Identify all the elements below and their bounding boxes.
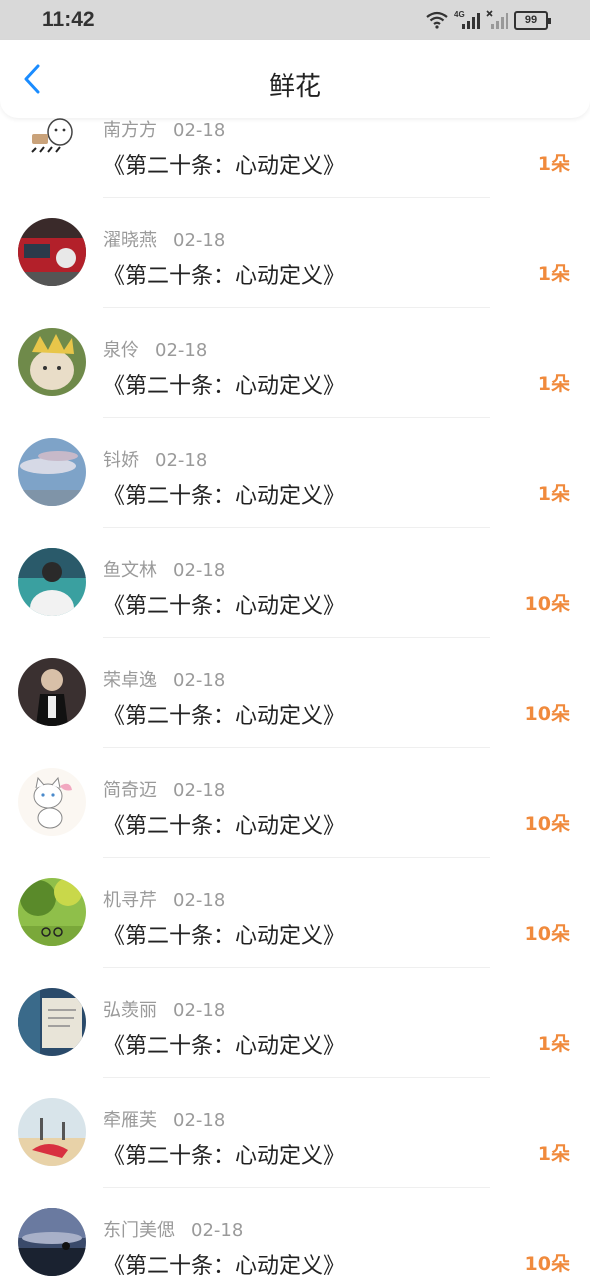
work-title: 《第二十条：心动定义》 bbox=[103, 484, 346, 509]
gift-date: 02-18 bbox=[155, 340, 208, 361]
list-item[interactable]: 简奇迈 02-18 《第二十条：心动定义》 10朵 bbox=[0, 748, 590, 858]
gift-date: 02-18 bbox=[173, 230, 226, 251]
sender-name: 南方方 bbox=[103, 120, 157, 141]
status-time: 11:42 bbox=[42, 8, 95, 31]
work-title: 《第二十条：心动定义》 bbox=[103, 154, 346, 179]
avatar[interactable] bbox=[18, 658, 86, 726]
sender-meta: 牵雁芙 02-18 bbox=[103, 1106, 225, 1132]
sender-meta: 鱼文林 02-18 bbox=[103, 556, 225, 582]
avatar[interactable] bbox=[18, 1098, 86, 1166]
list-item[interactable]: 鱼文林 02-18 《第二十条：心动定义》 10朵 bbox=[0, 528, 590, 638]
sender-meta: 濯晓燕 02-18 bbox=[103, 226, 225, 252]
sender-name: 钭娇 bbox=[103, 450, 139, 471]
sender-meta: 东门美偲 02-18 bbox=[103, 1216, 243, 1242]
sender-name: 东门美偲 bbox=[103, 1220, 175, 1241]
sender-name: 泉伶 bbox=[103, 340, 139, 361]
status-icons: 4G 99 bbox=[426, 9, 551, 31]
work-title: 《第二十条：心动定义》 bbox=[103, 264, 346, 289]
avatar[interactable] bbox=[18, 988, 86, 1056]
flower-amount: 10朵 bbox=[524, 923, 570, 945]
gift-date: 02-18 bbox=[173, 120, 226, 141]
flower-amount: 1朵 bbox=[537, 153, 570, 175]
sender-meta: 简奇迈 02-18 bbox=[103, 776, 225, 802]
work-title: 《第二十条：心动定义》 bbox=[103, 814, 346, 839]
avatar[interactable] bbox=[18, 878, 86, 946]
sender-name: 牵雁芙 bbox=[103, 1110, 157, 1131]
gift-date: 02-18 bbox=[173, 560, 226, 581]
sender-meta: 钭娇 02-18 bbox=[103, 446, 207, 472]
work-title: 《第二十条：心动定义》 bbox=[103, 374, 346, 399]
status-bar: 11:42 4G 99 bbox=[0, 0, 590, 40]
wifi-icon bbox=[426, 11, 448, 29]
sender-name: 简奇迈 bbox=[103, 780, 157, 801]
list-item[interactable]: 东门美偲 02-18 《第二十条：心动定义》 10朵 bbox=[0, 1188, 590, 1280]
sender-name: 荣卓逸 bbox=[103, 670, 157, 691]
flower-amount: 10朵 bbox=[524, 703, 570, 725]
sender-name: 机寻芹 bbox=[103, 890, 157, 911]
battery-icon: 99 bbox=[514, 10, 551, 30]
flower-amount: 1朵 bbox=[537, 373, 570, 395]
sender-name: 鱼文林 bbox=[103, 560, 157, 581]
flower-amount: 10朵 bbox=[524, 593, 570, 615]
gift-date: 02-18 bbox=[173, 780, 226, 801]
page-title: 鲜花 bbox=[268, 72, 321, 102]
list-item[interactable]: 钭娇 02-18 《第二十条：心动定义》 1朵 bbox=[0, 418, 590, 528]
avatar[interactable] bbox=[18, 768, 86, 836]
sender-meta: 机寻芹 02-18 bbox=[103, 886, 225, 912]
avatar[interactable] bbox=[18, 328, 86, 396]
work-title: 《第二十条：心动定义》 bbox=[103, 1144, 346, 1169]
list-item[interactable]: 荣卓逸 02-18 《第二十条：心动定义》 10朵 bbox=[0, 638, 590, 748]
work-title: 《第二十条：心动定义》 bbox=[103, 1034, 346, 1059]
sender-meta: 南方方 02-18 bbox=[103, 116, 225, 142]
avatar[interactable] bbox=[18, 548, 86, 616]
list-item[interactable]: 泉伶 02-18 《第二十条：心动定义》 1朵 bbox=[0, 308, 590, 418]
avatar[interactable] bbox=[18, 218, 86, 286]
flower-amount: 1朵 bbox=[537, 1033, 570, 1055]
sender-meta: 泉伶 02-18 bbox=[103, 336, 207, 362]
avatar[interactable] bbox=[18, 438, 86, 506]
sender-meta: 荣卓逸 02-18 bbox=[103, 666, 225, 692]
work-title: 《第二十条：心动定义》 bbox=[103, 924, 346, 949]
sender-meta: 弘羡丽 02-18 bbox=[103, 996, 225, 1022]
work-title: 《第二十条：心动定义》 bbox=[103, 594, 346, 619]
flower-amount: 1朵 bbox=[537, 1143, 570, 1165]
sender-name: 濯晓燕 bbox=[103, 230, 157, 251]
signal-no-sim-icon bbox=[486, 10, 508, 29]
gift-date: 02-18 bbox=[191, 1220, 244, 1241]
gift-record-list: 南方方 02-18 《第二十条：心动定义》 1朵 濯晓燕 02-18 《第二十条：心… bbox=[0, 88, 590, 1280]
flower-amount: 1朵 bbox=[537, 263, 570, 285]
avatar[interactable] bbox=[18, 1208, 86, 1276]
gift-date: 02-18 bbox=[173, 1110, 226, 1131]
flower-amount: 1朵 bbox=[537, 483, 570, 505]
list-item[interactable]: 濯晓燕 02-18 《第二十条：心动定义》 1朵 bbox=[0, 198, 590, 308]
sender-name: 弘羡丽 bbox=[103, 1000, 157, 1021]
navigation-header: 鲜花 bbox=[0, 40, 590, 118]
work-title: 《第二十条：心动定义》 bbox=[103, 1254, 346, 1279]
list-item[interactable]: 机寻芹 02-18 《第二十条：心动定义》 10朵 bbox=[0, 858, 590, 968]
signal-4g-icon: 4G bbox=[454, 10, 480, 29]
network-label: 4G bbox=[454, 10, 465, 19]
gift-date: 02-18 bbox=[155, 450, 208, 471]
list-item[interactable]: 牵雁芙 02-18 《第二十条：心动定义》 1朵 bbox=[0, 1078, 590, 1188]
flower-amount: 10朵 bbox=[524, 813, 570, 835]
flower-amount: 10朵 bbox=[524, 1253, 570, 1275]
gift-date: 02-18 bbox=[173, 890, 226, 911]
work-title: 《第二十条：心动定义》 bbox=[103, 704, 346, 729]
gift-date: 02-18 bbox=[173, 1000, 226, 1021]
avatar[interactable] bbox=[18, 108, 86, 176]
gift-date: 02-18 bbox=[173, 670, 226, 691]
list-item[interactable]: 弘羡丽 02-18 《第二十条：心动定义》 1朵 bbox=[0, 968, 590, 1078]
